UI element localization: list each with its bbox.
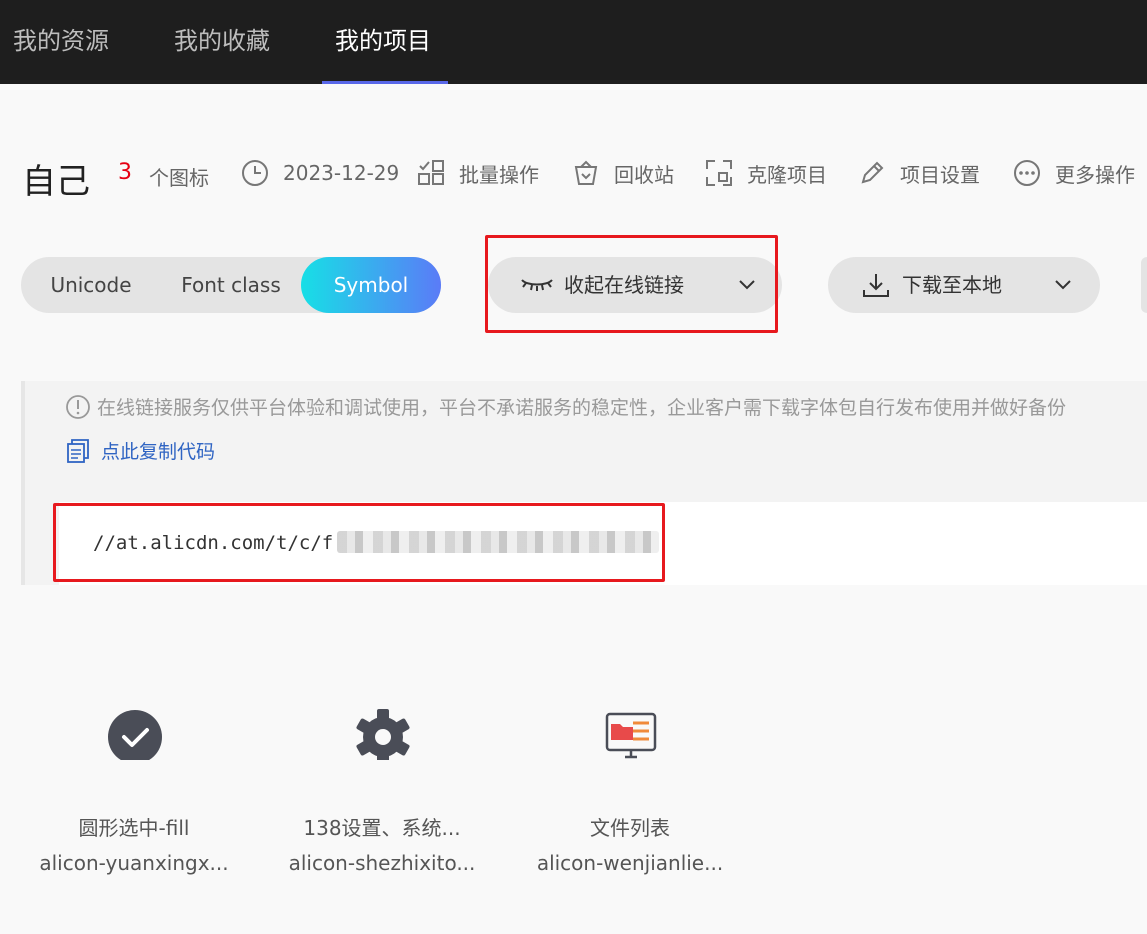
icon-name: 文件列表 — [590, 816, 670, 840]
project-settings-button[interactable]: 项目设置 — [858, 158, 980, 188]
recycle-bin-label: 回收站 — [614, 162, 674, 187]
icon-name: 138设置、系统... — [303, 816, 461, 840]
chevron-down-icon — [1055, 280, 1071, 290]
tab-my-favorites[interactable]: 我的收藏 — [174, 0, 270, 84]
tab-my-resources[interactable]: 我的资源 — [13, 0, 109, 84]
icon-card[interactable]: 138设置、系统... alicon-shezhixito... — [272, 700, 492, 890]
copy-code-label: 点此复制代码 — [101, 441, 216, 463]
copy-icon — [67, 438, 89, 463]
top-nav: 我的资源 我的收藏 我的项目 — [0, 0, 1147, 84]
recycle-bin-button[interactable]: 回收站 — [572, 158, 674, 188]
icon-card[interactable]: 圆形选中-fill alicon-yuanxingx... — [24, 700, 244, 890]
more-icon — [1014, 160, 1040, 186]
project-header: 自己 3 个图标 2023-12-29 批量操作 回收站 克隆项目 项目设置 更… — [0, 150, 1147, 202]
batch-icon — [418, 160, 444, 185]
next-button-edge[interactable] — [1141, 257, 1147, 313]
notice-text: 在线链接服务仅供平台体验和调试使用，平台不承诺服务的稳定性，企业客户需下载字体包… — [97, 397, 1067, 419]
batch-label: 批量操作 — [459, 162, 539, 187]
file-list-icon — [605, 712, 657, 759]
icon-name: 圆形选中-fill — [78, 816, 190, 840]
download-icon — [863, 274, 889, 297]
clone-label: 克隆项目 — [747, 162, 827, 187]
icon-code: alicon-shezhixito... — [288, 851, 476, 875]
clock-icon — [242, 160, 268, 186]
project-date-text: 2023-12-29 — [283, 161, 400, 185]
tab-my-projects[interactable]: 我的项目 — [335, 0, 431, 84]
download-button[interactable]: 下载至本地 — [828, 257, 1100, 313]
recycle-bin-icon — [574, 160, 598, 185]
mode-switch: Unicode Font class Symbol — [21, 257, 441, 313]
gear-icon — [356, 709, 410, 760]
mode-unicode[interactable]: Unicode — [21, 257, 161, 313]
icon-card[interactable]: 文件列表 alicon-wenjianlie... — [520, 700, 740, 890]
highlight-box-code-url — [53, 503, 665, 582]
active-tab-indicator — [322, 81, 448, 84]
icon-count-label: 个图标 — [149, 166, 209, 190]
more-actions-label: 更多操作 — [1055, 162, 1135, 187]
highlight-box-online-link — [485, 235, 778, 333]
info-icon — [66, 394, 90, 419]
icon-code: alicon-yuanxingx... — [39, 851, 229, 875]
project-date: 2023-12-29 — [241, 158, 399, 188]
icon-count: 3 — [118, 160, 132, 185]
copy-code-link[interactable]: 点此复制代码 — [65, 437, 215, 464]
more-actions-button[interactable]: 更多操作 — [1013, 158, 1135, 188]
icon-code: alicon-wenjianlie... — [536, 851, 724, 875]
batch-button[interactable]: 批量操作 — [417, 158, 539, 188]
mode-font-class[interactable]: Font class — [161, 257, 301, 313]
edit-settings-icon — [861, 161, 884, 184]
clone-button[interactable]: 克隆项目 — [705, 158, 827, 188]
clone-icon — [706, 160, 732, 186]
mode-symbol[interactable]: Symbol — [301, 257, 441, 313]
check-circle-icon — [108, 710, 162, 760]
notice: 在线链接服务仅供平台体验和调试使用，平台不承诺服务的稳定性，企业客户需下载字体包… — [65, 393, 1066, 420]
download-label: 下载至本地 — [902, 273, 1002, 297]
project-title: 自己 — [22, 162, 90, 202]
project-settings-label: 项目设置 — [900, 162, 980, 187]
